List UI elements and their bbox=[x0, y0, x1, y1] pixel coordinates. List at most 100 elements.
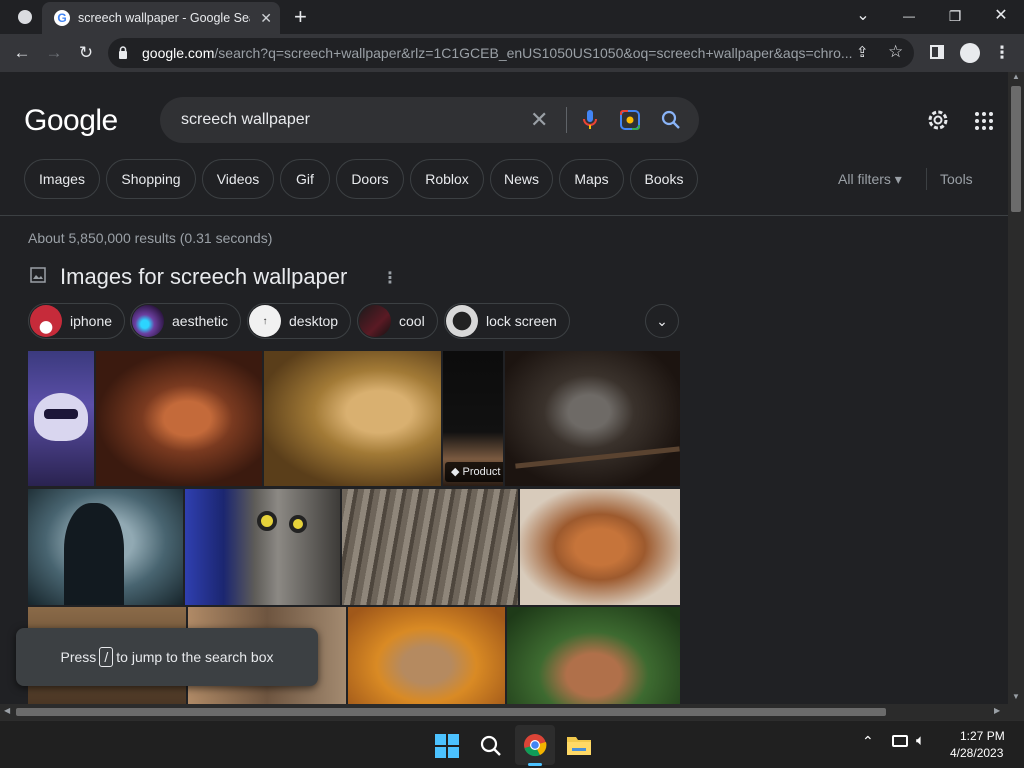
microphone-icon[interactable] bbox=[582, 109, 598, 131]
chip-gif[interactable]: Gif bbox=[280, 159, 330, 199]
chip-label: cool bbox=[399, 313, 425, 329]
related-chip-cool[interactable]: cool bbox=[357, 303, 438, 339]
scrollbar-corner bbox=[1008, 704, 1024, 720]
image-result[interactable] bbox=[342, 489, 518, 605]
chip-thumbnail: ↑ bbox=[249, 305, 281, 337]
horizontal-scrollbar[interactable]: ◀ ▶ bbox=[0, 704, 1008, 720]
chip-doors[interactable]: Doors bbox=[336, 159, 404, 199]
vertical-scrollbar[interactable]: ▲ ▼ bbox=[1008, 72, 1024, 704]
image-result[interactable] bbox=[28, 351, 94, 486]
chip-thumbnail bbox=[446, 305, 478, 337]
more-options-icon[interactable]: ⋮ bbox=[382, 268, 398, 288]
search-box[interactable]: screech wallpaper ✕ bbox=[160, 97, 699, 143]
url-path: /search?q=screech+wallpaper&rlz=1C1GCEB_… bbox=[214, 45, 853, 61]
camera-lens-icon[interactable] bbox=[620, 110, 640, 130]
related-chip-iphone[interactable]: iphone bbox=[28, 303, 126, 339]
clock-date[interactable]: 4/28/2023 bbox=[950, 746, 1003, 760]
image-result[interactable] bbox=[96, 351, 262, 486]
scroll-left-arrow-icon[interactable]: ◀ bbox=[4, 706, 10, 715]
google-apps-icon[interactable] bbox=[975, 112, 993, 130]
browser-tab[interactable]: G screech wallpaper - Google Search ✕ bbox=[42, 2, 280, 34]
address-bar[interactable]: google.com/search?q=screech+wallpaper&rl… bbox=[108, 38, 914, 68]
image-result[interactable] bbox=[520, 489, 680, 605]
google-favicon-icon: G bbox=[54, 10, 70, 26]
tab-close-icon[interactable]: ✕ bbox=[260, 10, 272, 27]
toast-text-press: Press bbox=[60, 649, 97, 665]
image-result[interactable]: ◆ Product bbox=[443, 351, 503, 486]
network-icon[interactable] bbox=[892, 735, 908, 747]
vertical-scroll-thumb[interactable] bbox=[1011, 86, 1021, 212]
keyboard-shortcut-toast: Press / to jump to the search box bbox=[16, 628, 318, 686]
clock-time[interactable]: 1:27 PM bbox=[960, 729, 1005, 743]
chip-maps[interactable]: Maps bbox=[559, 159, 624, 199]
clear-search-icon[interactable]: ✕ bbox=[530, 107, 548, 133]
related-chip-aesthetic[interactable]: aesthetic bbox=[130, 303, 242, 339]
chip-label: iphone bbox=[70, 313, 113, 329]
toast-text-rest: to jump to the search box bbox=[116, 649, 274, 665]
header-divider bbox=[0, 215, 1008, 216]
slash-key: / bbox=[99, 647, 114, 667]
back-arrow-icon[interactable]: ← bbox=[10, 41, 34, 65]
windows-start-icon[interactable] bbox=[435, 734, 459, 758]
new-tab-button[interactable]: + bbox=[294, 4, 307, 30]
search-icon[interactable] bbox=[661, 110, 681, 130]
expand-chips-button[interactable]: ⌄ bbox=[645, 304, 679, 338]
forward-arrow-icon[interactable]: → bbox=[42, 41, 66, 65]
chip-books[interactable]: Books bbox=[630, 159, 698, 199]
image-result[interactable] bbox=[28, 489, 183, 605]
chip-news[interactable]: News bbox=[490, 159, 553, 199]
related-chip-desktop[interactable]: ↑ desktop bbox=[247, 303, 352, 339]
product-badge-label: Product bbox=[462, 466, 501, 478]
tools-divider bbox=[926, 168, 927, 190]
scroll-right-arrow-icon[interactable]: ▶ bbox=[994, 706, 1000, 715]
image-result[interactable] bbox=[264, 351, 441, 486]
google-logo[interactable]: Google bbox=[24, 104, 118, 138]
bookmark-star-icon[interactable]: ☆ bbox=[888, 42, 903, 62]
file-explorer-icon[interactable] bbox=[566, 734, 592, 756]
tag-icon: ◆ bbox=[451, 466, 463, 478]
windows-taskbar: ⌃ 🔈︎ 1:27 PM 4/28/2023 bbox=[0, 720, 1024, 768]
lock-icon bbox=[119, 46, 127, 59]
all-filters-button[interactable]: All filters ▾ bbox=[838, 171, 902, 188]
settings-gear-icon[interactable] bbox=[925, 107, 951, 133]
url-host: google.com bbox=[142, 45, 215, 61]
image-result[interactable] bbox=[185, 489, 340, 605]
product-badge: ◆ Product bbox=[445, 462, 503, 482]
image-result[interactable] bbox=[507, 607, 680, 704]
horizontal-scroll-thumb[interactable] bbox=[16, 708, 886, 716]
share-icon[interactable]: ⇪ bbox=[856, 43, 869, 61]
url-text: google.com/search?q=screech+wallpaper&rl… bbox=[142, 45, 862, 61]
chip-roblox[interactable]: Roblox bbox=[410, 159, 484, 199]
close-window-button[interactable]: ✕ bbox=[978, 4, 1024, 28]
images-section-title[interactable]: Images for screech wallpaper bbox=[60, 264, 347, 290]
kebab-menu-icon[interactable]: ⋮ bbox=[990, 41, 1014, 65]
title-bar: G screech wallpaper - Google Search ✕ + … bbox=[0, 0, 1024, 34]
image-result[interactable] bbox=[505, 351, 680, 486]
taskbar-search-icon[interactable] bbox=[479, 734, 503, 758]
reload-icon[interactable]: ↻ bbox=[74, 41, 98, 65]
tab-title: screech wallpaper - Google Search bbox=[78, 11, 250, 25]
chrome-icon[interactable] bbox=[523, 733, 547, 757]
related-chip-lock-screen[interactable]: lock screen bbox=[444, 303, 570, 339]
scroll-down-arrow-icon[interactable]: ▼ bbox=[1012, 692, 1020, 701]
image-result[interactable] bbox=[348, 607, 505, 704]
show-hidden-icons-chevron[interactable]: ⌃ bbox=[862, 733, 874, 750]
chip-label: lock screen bbox=[486, 313, 557, 329]
account-avatar-icon[interactable] bbox=[960, 43, 980, 63]
owl-eye bbox=[289, 515, 307, 533]
chip-thumbnail bbox=[132, 305, 164, 337]
scroll-up-arrow-icon[interactable]: ▲ bbox=[1012, 72, 1020, 81]
profile-icon[interactable] bbox=[18, 10, 32, 24]
chip-images[interactable]: Images bbox=[24, 159, 100, 199]
restore-button[interactable]: ❐ bbox=[932, 4, 978, 28]
side-panel-icon[interactable] bbox=[930, 45, 944, 59]
search-input[interactable]: screech wallpaper bbox=[181, 111, 310, 129]
hooded-figure bbox=[64, 503, 124, 605]
minimize-button[interactable]: — bbox=[886, 4, 932, 28]
result-stats: About 5,850,000 results (0.31 seconds) bbox=[28, 230, 273, 246]
chip-shopping[interactable]: Shopping bbox=[106, 159, 196, 199]
volume-icon[interactable]: 🔈︎ bbox=[916, 732, 925, 749]
chip-videos[interactable]: Videos bbox=[202, 159, 274, 199]
tools-button[interactable]: Tools bbox=[940, 171, 973, 187]
tab-search-button[interactable]: ⌄ bbox=[840, 4, 886, 28]
